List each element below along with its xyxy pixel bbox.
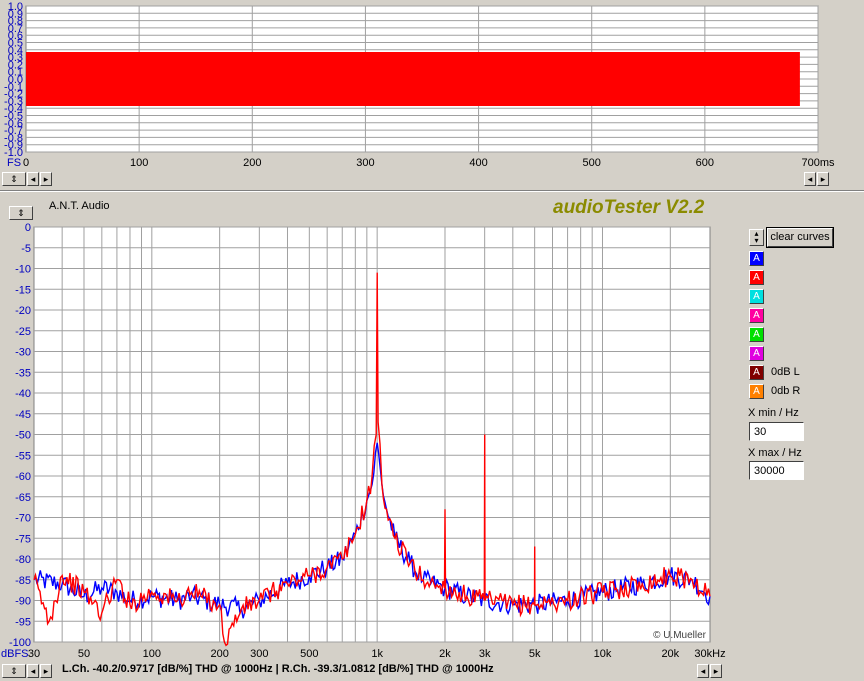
spectrum-x-tick: 2k (439, 648, 451, 660)
spectrum-x-tick: 200 (210, 648, 228, 660)
spectrum-y-unit: dBFS (1, 648, 29, 660)
channel-label-7: 0dB L (771, 366, 800, 378)
xmax-label: X max / Hz (748, 447, 802, 459)
spectrum-y-tick: -75 (15, 533, 31, 545)
spectrum-y-tick: -10 (15, 264, 31, 276)
spectrum-y-tick: -45 (15, 409, 31, 421)
xmax-input[interactable] (749, 461, 804, 480)
spectrum-y-tick: -65 (15, 492, 31, 504)
channel-toggle-1[interactable]: A (749, 251, 764, 266)
spectrum-plot: 0 -5 -10 -15 -20 -25 -30 -35 -40 -45 -50 -55 -60 -65 -… (1, 222, 726, 660)
status-spinner[interactable]: ⇕ (2, 664, 26, 678)
spectrum-x-tick: 20k (661, 648, 679, 660)
spectrum-x-tick: 5k (529, 648, 541, 660)
spectrum-y-tick: -20 (15, 305, 31, 317)
channel-toggle-2[interactable]: A (749, 270, 764, 285)
copyright-label: © U.Mueller (653, 630, 707, 641)
spectrum-y-tick: -50 (15, 430, 31, 442)
channel-toggle-3[interactable]: A (749, 289, 764, 304)
spectrum-y-tick: -15 (15, 284, 31, 296)
curve-spinner[interactable]: ▴ ▾ (749, 229, 764, 246)
spectrum-x-tick: 1k (371, 648, 383, 660)
spectrum-y-tick: -55 (15, 450, 31, 462)
channel-toggle-4[interactable]: A (749, 308, 764, 323)
spectrum-scroll-left-button[interactable]: ◂ (27, 664, 39, 678)
xmin-input[interactable] (749, 422, 804, 441)
spectrum-y-tick: -90 (15, 596, 31, 608)
spectrum-x-tick: 50 (78, 648, 90, 660)
channel-toggle-5[interactable]: A (749, 327, 764, 342)
spectrum-y-tick: 0 (25, 222, 31, 234)
spectrum-y-tick: -40 (15, 388, 31, 400)
spectrum-scroll-right-button[interactable]: ▸ (40, 664, 52, 678)
spectrum-x-tick: 10k (594, 648, 612, 660)
spectrum-end-left-button[interactable]: ◂ (697, 664, 709, 678)
xmin-label: X min / Hz (748, 407, 799, 419)
spectrum-y-tick: -85 (15, 575, 31, 587)
spectrum-x-tick: 30 (28, 648, 40, 660)
spectrum-y-tick: -30 (15, 347, 31, 359)
spectrum-x-tick: 3k (479, 648, 491, 660)
spectrum-y-tick: -35 (15, 367, 31, 379)
spectrum-end-right-button[interactable]: ▸ (710, 664, 722, 678)
channel-toggle-7[interactable]: A (749, 365, 764, 380)
channel-toggle-8[interactable]: A (749, 384, 764, 399)
spectrum-y-tick: -5 (21, 243, 31, 255)
channel-label-8: 0db R (771, 385, 801, 397)
spectrum-x-tick: 300 (250, 648, 268, 660)
spectrum-x-tick: 30kHz (694, 648, 725, 660)
spectrum-y-tick: -80 (15, 554, 31, 566)
spectrum-y-tick: -70 (15, 513, 31, 525)
spectrum-y-tick: -95 (15, 616, 31, 628)
status-text: L.Ch. -40.2/0.9717 [dB/%] THD @ 1000Hz |… (62, 663, 494, 675)
spectrum-x-tick: 500 (300, 648, 318, 660)
channel-toggle-6[interactable]: A (749, 346, 764, 361)
clear-curves-button[interactable]: clear curves (766, 227, 834, 248)
spectrum-y-tick: -60 (15, 471, 31, 483)
spectrum-y-tick: -25 (15, 326, 31, 338)
spectrum-x-tick: 100 (143, 648, 161, 660)
